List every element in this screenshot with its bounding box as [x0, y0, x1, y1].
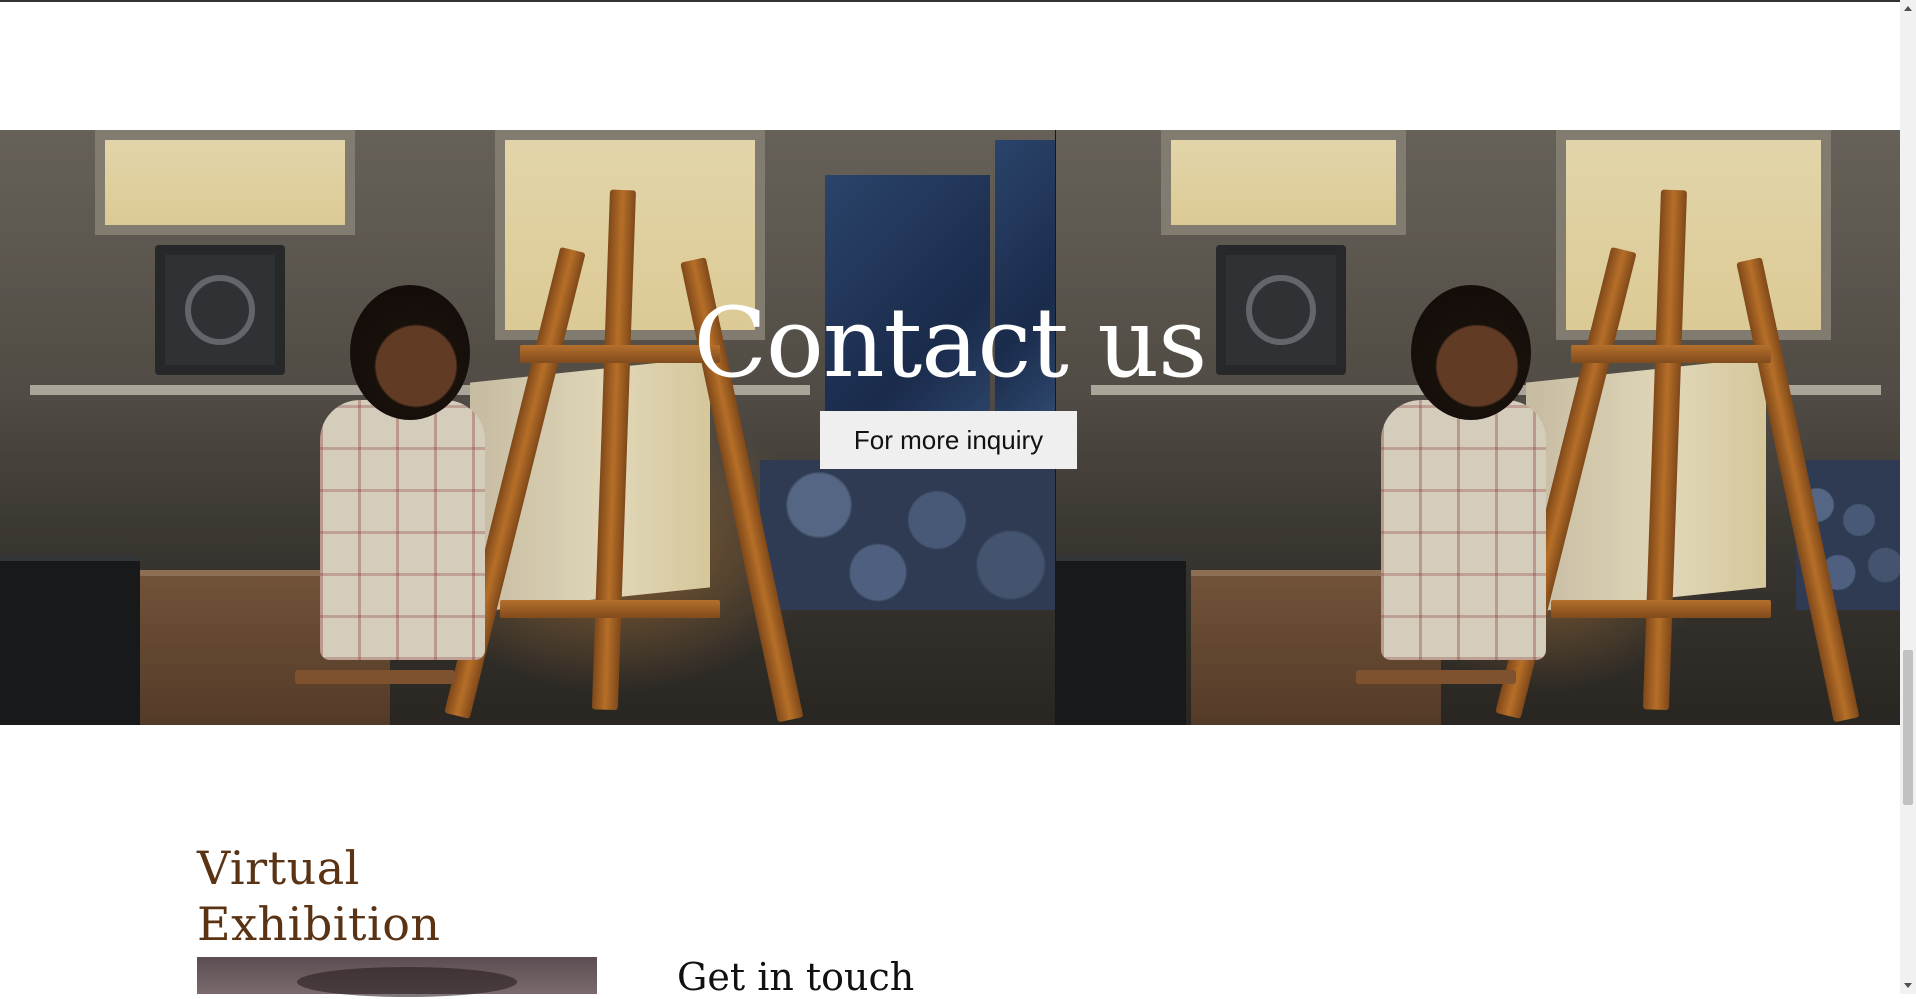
scroll-thumb[interactable] — [1903, 650, 1913, 805]
top-border — [0, 0, 1900, 2]
page-scrollbar[interactable] — [1900, 0, 1916, 994]
virtual-exhibition-title: Virtual Exhibition — [197, 841, 441, 951]
get-in-touch-heading: Get in touch — [677, 955, 915, 999]
scroll-up-arrow-icon[interactable] — [1904, 6, 1912, 11]
scroll-down-arrow-icon[interactable] — [1904, 983, 1912, 988]
exhibition-thumbnail[interactable] — [197, 957, 597, 997]
more-inquiry-button[interactable]: For more inquiry — [820, 411, 1077, 469]
contact-hero-banner: Contact us For more inquiry — [0, 130, 1900, 725]
hero-title: Contact us — [693, 287, 1208, 399]
